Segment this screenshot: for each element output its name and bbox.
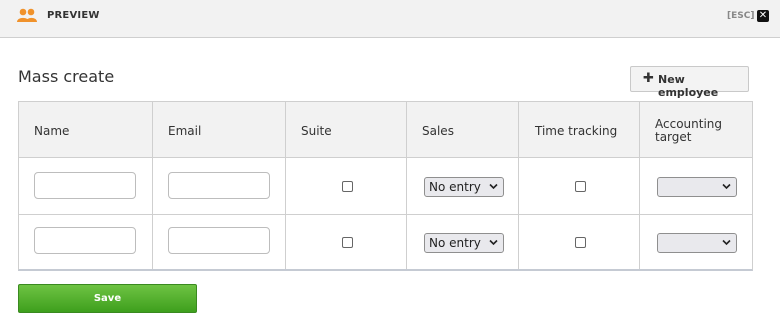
chevron-down-icon [489, 239, 498, 246]
chevron-down-icon [489, 183, 498, 190]
column-header-email: Email [168, 124, 202, 138]
sales-select[interactable]: No entry [424, 177, 504, 197]
email-input[interactable] [168, 172, 270, 199]
email-input[interactable] [168, 227, 270, 254]
name-input[interactable] [34, 172, 136, 199]
sales-select-value: No entry [429, 180, 481, 194]
column-header-accounting-target: Accounting target [655, 117, 723, 144]
accounting-target-select[interactable] [657, 177, 737, 197]
esc-hint: [ESC] [727, 11, 755, 21]
close-icon[interactable]: ✕ [757, 10, 769, 22]
column-header-sales: Sales [422, 124, 454, 138]
suite-checkbox[interactable] [342, 181, 353, 192]
sales-select-value: No entry [429, 236, 481, 250]
time-tracking-checkbox[interactable] [575, 181, 586, 192]
save-button[interactable]: Save [18, 284, 197, 313]
name-input[interactable] [34, 227, 136, 254]
column-header-time-tracking: Time tracking [535, 124, 618, 138]
column-header-name: Name [34, 124, 70, 138]
mass-create-table: Name Email Suite Sales Time tracking Acc… [18, 101, 753, 271]
chevron-down-icon [722, 183, 731, 190]
accounting-target-select[interactable] [657, 233, 737, 253]
page-title: Mass create [18, 67, 115, 86]
header-title: PREVIEW [47, 10, 100, 21]
chevron-down-icon [722, 239, 731, 246]
preview-header-bar: PREVIEW [ESC] ✕ [0, 0, 780, 38]
new-employee-button[interactable]: ✚ New employee [630, 66, 749, 99]
table-header [19, 102, 752, 158]
suite-checkbox[interactable] [342, 237, 353, 248]
new-employee-label: New employee [658, 73, 719, 99]
sales-select[interactable]: No entry [424, 233, 504, 253]
plus-icon: ✚ [643, 71, 654, 86]
column-header-suite: Suite [301, 124, 332, 138]
users-icon [17, 8, 37, 22]
time-tracking-checkbox[interactable] [575, 237, 586, 248]
